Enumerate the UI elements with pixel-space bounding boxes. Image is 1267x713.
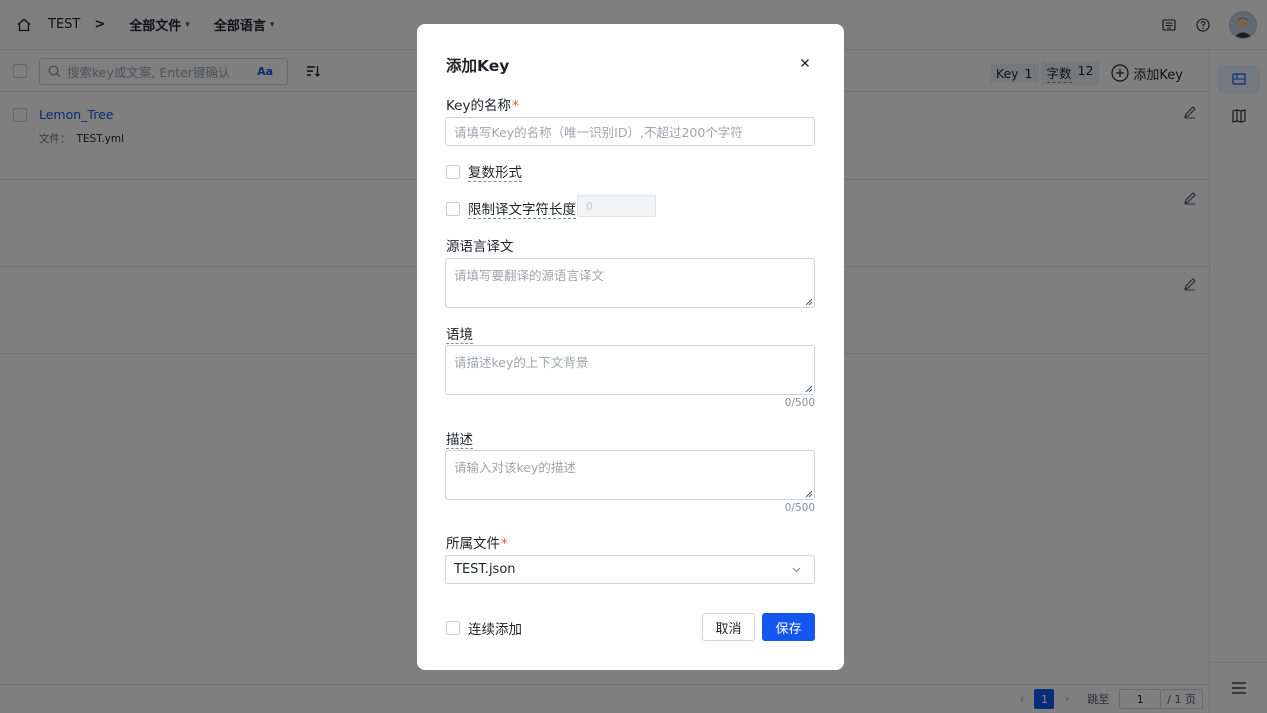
description-label: 描述 bbox=[446, 428, 473, 449]
key-name-label-text: Key的名称 bbox=[446, 98, 511, 114]
context-label: 语境 bbox=[446, 323, 473, 344]
file-select-value: TEST.json bbox=[454, 562, 516, 577]
add-key-dialog: 添加Key Key的名称* 请填写Key的名称（唯一识别ID）,不超过200个字… bbox=[417, 24, 844, 670]
plural-label: 复数形式 bbox=[468, 161, 522, 182]
continuous-add-checkbox[interactable] bbox=[446, 621, 460, 635]
key-name-input[interactable]: 请填写Key的名称（唯一识别ID）,不超过200个字符 bbox=[445, 117, 815, 146]
required-mark: * bbox=[501, 536, 508, 552]
context-char-counter: 0/500 bbox=[784, 397, 815, 409]
resize-handle[interactable] bbox=[805, 490, 812, 497]
limit-length-input: 0 bbox=[577, 195, 656, 217]
resize-handle[interactable] bbox=[805, 385, 812, 392]
required-mark: * bbox=[511, 98, 519, 114]
description-char-counter: 0/500 bbox=[784, 502, 815, 514]
continuous-add-label: 连续添加 bbox=[468, 622, 522, 638]
context-placeholder: 请描述key的上下文背景 bbox=[454, 355, 589, 370]
save-button[interactable]: 保存 bbox=[762, 613, 815, 641]
cancel-button[interactable]: 取消 bbox=[702, 613, 755, 641]
file-select[interactable]: TEST.json bbox=[445, 555, 815, 584]
source-text-textarea[interactable]: 请填写要翻译的源语言译文 bbox=[445, 258, 815, 308]
source-text-label: 源语言译文 bbox=[446, 239, 514, 255]
resize-handle[interactable] bbox=[805, 298, 812, 305]
limit-length-checkbox-row[interactable]: 限制译文字符长度 bbox=[446, 198, 576, 219]
description-placeholder: 请输入对该key的描述 bbox=[454, 460, 576, 475]
key-name-placeholder: 请填写Key的名称（唯一识别ID）,不超过200个字符 bbox=[454, 125, 743, 140]
key-name-label: Key的名称* bbox=[446, 94, 519, 114]
plural-checkbox-row[interactable]: 复数形式 bbox=[446, 161, 522, 182]
dialog-title: 添加Key bbox=[446, 57, 510, 75]
continuous-add-row[interactable]: 连续添加 bbox=[446, 618, 522, 638]
file-label: 所属文件* bbox=[446, 532, 508, 552]
context-textarea[interactable]: 请描述key的上下文背景 bbox=[445, 345, 815, 395]
plural-checkbox[interactable] bbox=[446, 164, 460, 179]
source-text-placeholder: 请填写要翻译的源语言译文 bbox=[454, 268, 605, 283]
file-label-text: 所属文件 bbox=[446, 536, 500, 552]
description-textarea[interactable]: 请输入对该key的描述 bbox=[445, 450, 815, 500]
limit-length-label: 限制译文字符长度 bbox=[468, 198, 576, 219]
close-icon[interactable] bbox=[798, 56, 812, 70]
limit-length-checkbox[interactable] bbox=[446, 201, 460, 216]
chevron-down-icon bbox=[792, 567, 801, 573]
